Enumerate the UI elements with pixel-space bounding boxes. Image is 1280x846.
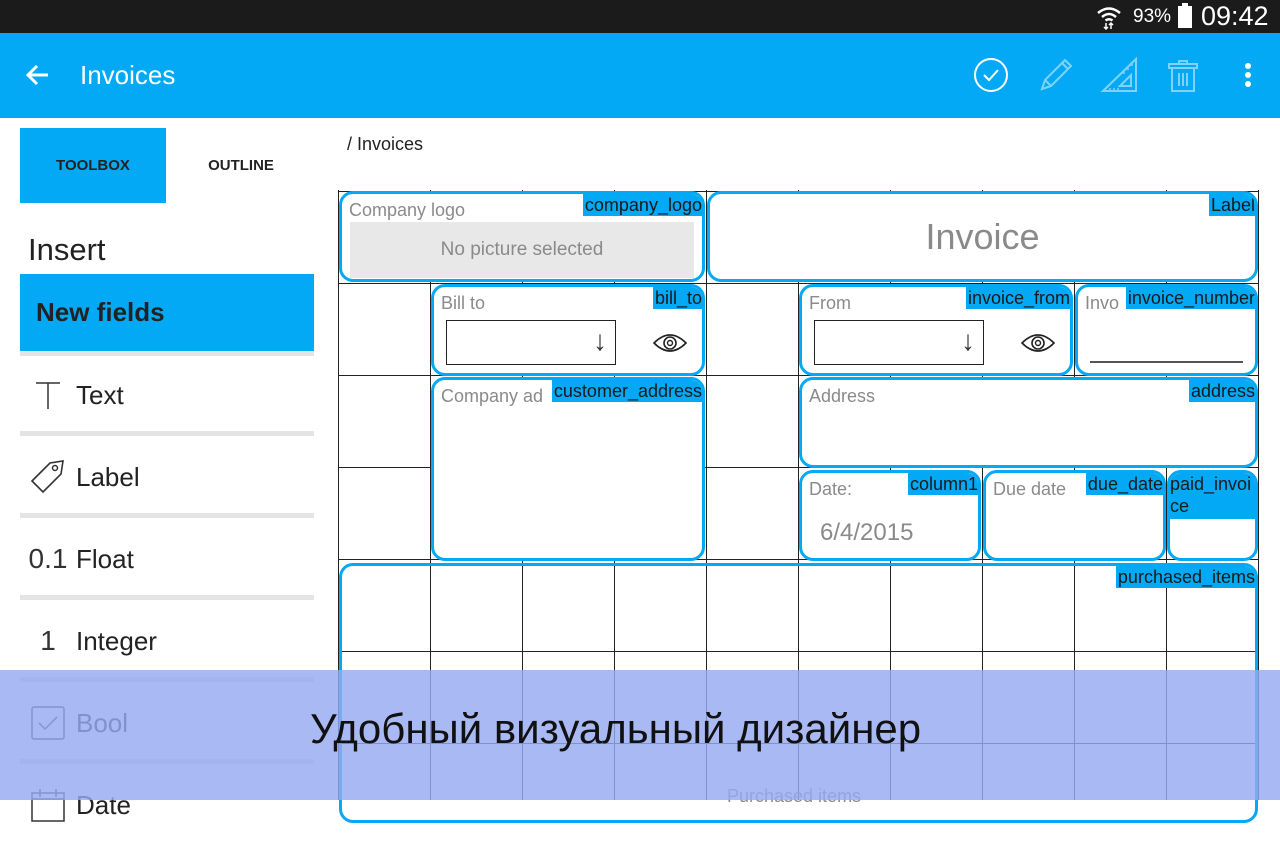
field-id-tag: due_date (1085, 473, 1163, 495)
field-invoice-from[interactable]: From ↓ invoice_from (799, 284, 1073, 376)
field-id-tag: invoice_from (965, 287, 1070, 309)
tool-item-float[interactable]: 0.1 Float (20, 518, 314, 600)
app-bar: Invoices (0, 33, 1280, 118)
field-id-tag: company_logo (582, 194, 702, 216)
field-due-date[interactable]: Due date due_date (983, 470, 1166, 561)
field-id-tag: address (1188, 380, 1255, 402)
battery-icon (1178, 3, 1192, 28)
bill-to-dropdown[interactable]: ↓ (446, 320, 616, 365)
field-label: Invo (1085, 293, 1120, 313)
back-arrow-icon[interactable] (24, 61, 52, 89)
field-paid-invoice[interactable]: d paid_invoi ce (1167, 470, 1258, 561)
float-number-icon: 0.1 (28, 543, 68, 574)
field-company-logo[interactable]: Company logo No picture selected company… (339, 191, 705, 282)
field-id-tag: customer_address (551, 380, 702, 402)
picture-placeholder[interactable]: No picture selected (350, 222, 694, 278)
insert-heading: Insert (28, 232, 106, 267)
field-date[interactable]: Date: 6/4/2015 column1 (799, 470, 981, 561)
tab-toolbox[interactable]: TOOLBOX (20, 128, 166, 203)
tool-item-label: Text (76, 379, 124, 410)
battery-percent: 93% (1133, 6, 1172, 27)
page-title: Invoices (80, 60, 176, 90)
breadcrumb[interactable]: / Invoices (347, 134, 423, 155)
field-label: Bill to (441, 293, 486, 313)
no-picture-text: No picture selected (440, 239, 604, 260)
field-id-tag: invoice_number (1125, 287, 1255, 309)
field-label: Due date (993, 479, 1067, 499)
tool-item-label[interactable]: Label (20, 436, 314, 518)
eye-icon[interactable] (1020, 331, 1056, 355)
new-fields-section[interactable]: New fields (20, 274, 314, 351)
date-value: 6/4/2015 (820, 519, 914, 546)
trash-icon[interactable] (1163, 55, 1203, 95)
pencil-icon[interactable] (1036, 55, 1076, 95)
field-label: Company ad (441, 386, 544, 406)
new-fields-label: New fields (36, 297, 165, 327)
tool-item-label: Integer (76, 625, 157, 656)
field-invoice-number[interactable]: Invo invoice_number (1075, 284, 1258, 376)
field-label: Company logo (349, 200, 466, 220)
tool-item-label-text: Label (76, 461, 140, 492)
text-input-underline[interactable] (1090, 361, 1243, 363)
check-circle-icon[interactable] (971, 55, 1011, 95)
field-id-tag: paid_invoi ce (1170, 473, 1255, 519)
field-label: From (809, 293, 851, 313)
field-address[interactable]: Address address (799, 377, 1258, 468)
tab-outline[interactable]: OUTLINE (168, 128, 314, 203)
invoice-title-text: Invoice (925, 216, 1040, 257)
tool-item-text[interactable]: Text (20, 354, 314, 436)
clock: 09:42 (1201, 1, 1269, 31)
promo-banner-text: Удобный визуальный дизайнер (310, 705, 922, 752)
field-customer-address[interactable]: Company ad customer_address (431, 377, 705, 561)
field-label: Address (809, 386, 876, 406)
tag-icon (20, 457, 76, 497)
tool-item-label: Float (76, 543, 134, 574)
more-vertical-icon[interactable] (1228, 55, 1268, 95)
field-id-tag: column1 (907, 473, 978, 495)
field-bill-to[interactable]: Bill to ↓ bill_to (431, 284, 705, 376)
text-cursor-icon (20, 375, 76, 415)
eye-icon[interactable] (652, 331, 688, 355)
wifi-icon (1097, 7, 1121, 30)
field-id-tag: bill_to (652, 287, 702, 309)
from-dropdown[interactable]: ↓ (814, 320, 984, 365)
field-label: Date: (809, 479, 853, 499)
status-bar: 93% 09:42 (0, 0, 1280, 33)
field-invoice-label[interactable]: Invoice Label (707, 191, 1258, 282)
field-id-tag: Label (1208, 194, 1255, 216)
field-id-tag: purchased_items (1115, 566, 1255, 588)
promo-banner: Удобный визуальный дизайнер (0, 670, 1280, 800)
arrow-down-icon: ↓ (961, 325, 975, 356)
arrow-down-icon: ↓ (593, 325, 607, 356)
set-square-icon[interactable] (1100, 55, 1140, 95)
integer-number-icon: 1 (40, 625, 56, 656)
